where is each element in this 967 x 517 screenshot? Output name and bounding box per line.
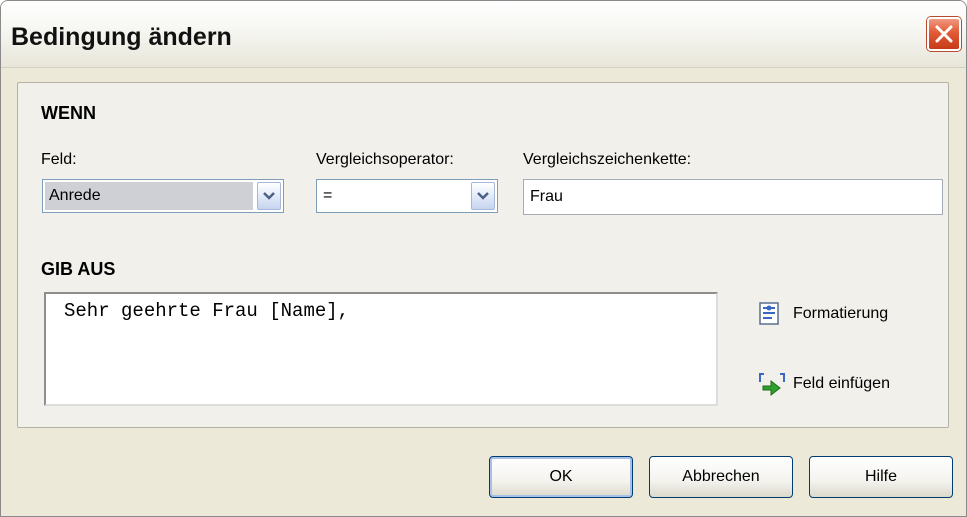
operator-label: Vergleichsoperator: [316,151,454,168]
close-icon [935,25,953,43]
insert-field-label: Feld einfügen [793,375,890,392]
operator-select[interactable]: = [316,179,498,213]
condition-dialog: Bedingung ändern WENN Feld: Anrede Vergl… [0,0,967,517]
formatting-button[interactable]: Formatierung [758,300,928,328]
insert-field-icon [759,373,785,397]
output-section-label: GIB AUS [41,259,116,279]
output-textarea[interactable]: Sehr geehrte Frau [Name], [44,292,718,406]
insert-field-button[interactable]: Feld einfügen [758,370,938,398]
cancel-button[interactable]: Abbrechen [649,456,793,498]
formatting-icon [759,302,779,325]
field-dropdown-button[interactable] [257,182,281,210]
field-label: Feld: [41,151,77,168]
compare-string-label: Vergleichszeichenkette: [523,151,692,168]
if-section-label: WENN [41,103,96,123]
help-button[interactable]: Hilfe [809,456,953,498]
close-button[interactable] [927,17,961,51]
chevron-down-icon [263,192,275,200]
field-select-value: Anrede [45,182,253,210]
formatting-label: Formatierung [793,305,889,322]
dialog-title: Bedingung ändern [11,23,232,51]
chevron-down-icon [477,192,489,200]
operator-select-value: = [323,187,333,204]
title-bar[interactable]: Bedingung ändern [1,1,966,68]
compare-string-input[interactable]: Frau [523,179,943,215]
ok-button[interactable]: OK [489,456,633,498]
operator-dropdown-button[interactable] [471,182,495,210]
field-select[interactable]: Anrede [42,179,284,213]
condition-panel: WENN Feld: Anrede Vergleichsoperator: = … [17,82,949,428]
